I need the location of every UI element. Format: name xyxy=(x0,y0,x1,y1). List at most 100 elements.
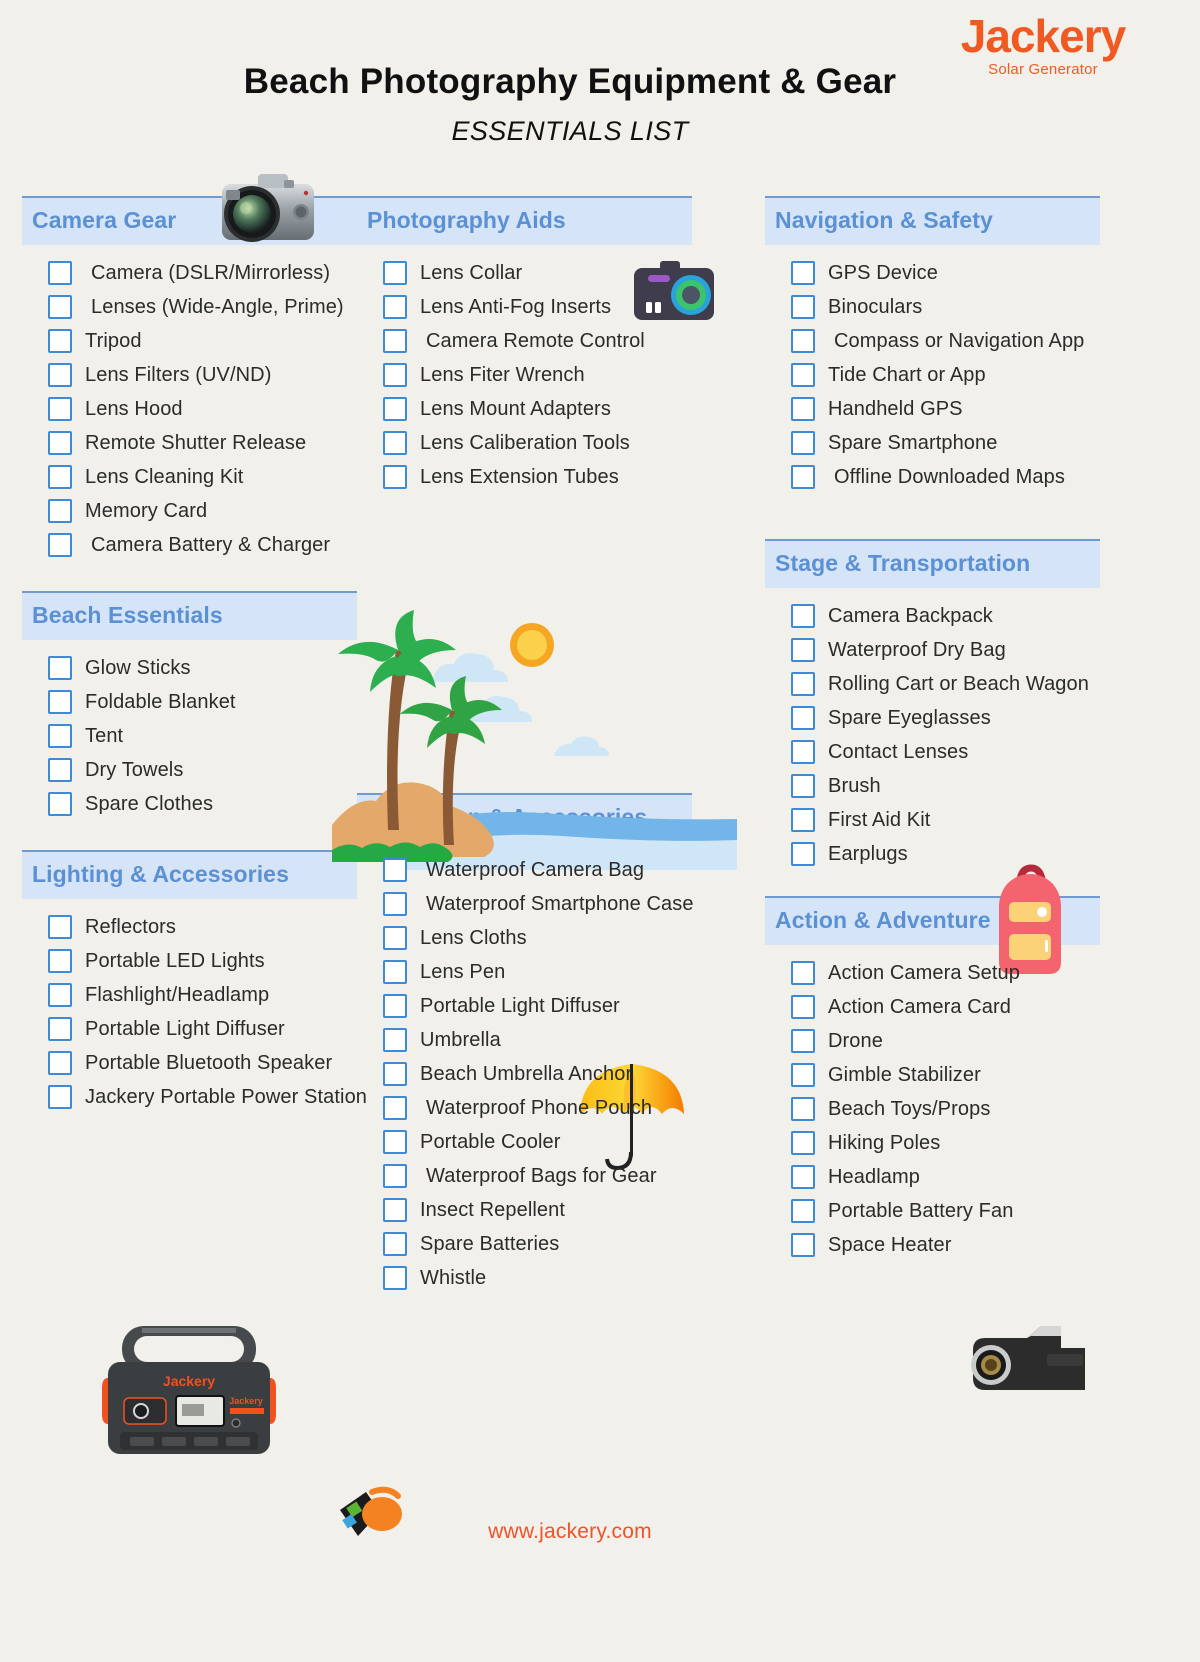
checklist-item[interactable]: Flashlight/Headlamp xyxy=(22,983,357,1007)
checkbox[interactable] xyxy=(383,858,407,882)
checklist-item[interactable]: Camera Remote Control xyxy=(357,329,692,353)
checkbox[interactable] xyxy=(383,363,407,387)
checkbox[interactable] xyxy=(791,995,815,1019)
checkbox[interactable] xyxy=(791,1131,815,1155)
checkbox[interactable] xyxy=(383,295,407,319)
checkbox[interactable] xyxy=(48,261,72,285)
checklist-item[interactable]: Action Camera Setup xyxy=(765,961,1100,985)
checklist-item[interactable]: Earplugs xyxy=(765,842,1100,866)
checkbox[interactable] xyxy=(383,1266,407,1290)
checklist-item[interactable]: Tent xyxy=(22,724,357,748)
checklist-item[interactable]: Camera Backpack xyxy=(765,604,1100,628)
checklist-item[interactable]: Gimble Stabilizer xyxy=(765,1063,1100,1087)
checklist-item[interactable]: Waterproof Smartphone Case xyxy=(357,892,693,916)
checkbox[interactable] xyxy=(791,774,815,798)
checklist-item[interactable]: Remote Shutter Release xyxy=(22,431,357,455)
checklist-item[interactable]: Spare Eyeglasses xyxy=(765,706,1100,730)
checklist-item[interactable]: Binoculars xyxy=(765,295,1100,319)
checklist-item[interactable]: Lens Collar xyxy=(357,261,692,285)
checkbox[interactable] xyxy=(383,1096,407,1120)
footer-website[interactable]: www.jackery.com xyxy=(0,1520,1140,1544)
checklist-item[interactable]: Camera (DSLR/Mirrorless) xyxy=(22,261,357,285)
checkbox[interactable] xyxy=(48,431,72,455)
checkbox[interactable] xyxy=(791,604,815,628)
checkbox[interactable] xyxy=(791,842,815,866)
checklist-item[interactable]: Lens Caliberation Tools xyxy=(357,431,692,455)
checklist-item[interactable]: Handheld GPS xyxy=(765,397,1100,421)
checkbox[interactable] xyxy=(383,431,407,455)
checkbox[interactable] xyxy=(383,994,407,1018)
checkbox[interactable] xyxy=(48,295,72,319)
checklist-item[interactable]: Lens Fiter Wrench xyxy=(357,363,692,387)
checklist-item[interactable]: Spare Smartphone xyxy=(765,431,1100,455)
checkbox[interactable] xyxy=(48,690,72,714)
checkbox[interactable] xyxy=(383,1028,407,1052)
checklist-item[interactable]: Portable Light Diffuser xyxy=(357,994,692,1018)
checklist-item[interactable]: Contact Lenses xyxy=(765,740,1100,764)
checkbox[interactable] xyxy=(383,329,407,353)
checkbox[interactable] xyxy=(48,949,72,973)
checkbox[interactable] xyxy=(791,706,815,730)
checklist-item[interactable]: Portable LED Lights xyxy=(22,949,357,973)
checkbox[interactable] xyxy=(791,1097,815,1121)
checkbox[interactable] xyxy=(791,363,815,387)
checkbox[interactable] xyxy=(383,1130,407,1154)
checkbox[interactable] xyxy=(48,1017,72,1041)
checklist-item[interactable]: Lens Pen xyxy=(357,960,692,984)
checkbox[interactable] xyxy=(791,329,815,353)
checkbox[interactable] xyxy=(383,1062,407,1086)
checklist-item[interactable]: Lens Anti-Fog Inserts xyxy=(357,295,692,319)
checklist-item[interactable]: Compass or Navigation App xyxy=(765,329,1100,353)
checklist-item[interactable]: GPS Device xyxy=(765,261,1100,285)
checkbox[interactable] xyxy=(48,792,72,816)
checkbox[interactable] xyxy=(791,1199,815,1223)
checklist-item[interactable]: Spare Clothes xyxy=(22,792,357,816)
checkbox[interactable] xyxy=(48,499,72,523)
checklist-item[interactable]: Lens Mount Adapters xyxy=(357,397,692,421)
checklist-item[interactable]: Lens Filters (UV/ND) xyxy=(22,363,357,387)
checkbox[interactable] xyxy=(48,656,72,680)
checkbox[interactable] xyxy=(383,1164,407,1188)
checkbox[interactable] xyxy=(48,1085,72,1109)
checklist-item[interactable]: Space Heater xyxy=(765,1233,1100,1257)
checklist-item[interactable]: Portable Battery Fan xyxy=(765,1199,1100,1223)
checkbox[interactable] xyxy=(791,1233,815,1257)
checklist-item[interactable]: Lenses (Wide-Angle, Prime) xyxy=(22,295,357,319)
checklist-item[interactable]: Beach Toys/Props xyxy=(765,1097,1100,1121)
checkbox[interactable] xyxy=(48,758,72,782)
checklist-item[interactable]: Glow Sticks xyxy=(22,656,357,680)
checklist-item[interactable]: Insect Repellent xyxy=(357,1198,692,1222)
checkbox[interactable] xyxy=(48,915,72,939)
checkbox[interactable] xyxy=(48,397,72,421)
checklist-item[interactable]: Lens Cleaning Kit xyxy=(22,465,357,489)
checkbox[interactable] xyxy=(791,465,815,489)
checkbox[interactable] xyxy=(48,983,72,1007)
checkbox[interactable] xyxy=(48,465,72,489)
checkbox[interactable] xyxy=(383,397,407,421)
checklist-item[interactable]: Reflectors xyxy=(22,915,357,939)
checklist-item[interactable]: Tripod xyxy=(22,329,357,353)
checkbox[interactable] xyxy=(383,465,407,489)
checkbox[interactable] xyxy=(791,431,815,455)
checkbox[interactable] xyxy=(791,740,815,764)
checkbox[interactable] xyxy=(48,533,72,557)
checklist-item[interactable]: Headlamp xyxy=(765,1165,1100,1189)
checkbox[interactable] xyxy=(791,808,815,832)
checkbox[interactable] xyxy=(791,961,815,985)
checklist-item[interactable]: Beach Umbrella Anchor xyxy=(357,1062,692,1086)
checklist-item[interactable]: Foldable Blanket xyxy=(22,690,357,714)
checklist-item[interactable]: Portable Cooler xyxy=(357,1130,692,1154)
checkbox[interactable] xyxy=(48,363,72,387)
checkbox[interactable] xyxy=(383,1232,407,1256)
checklist-item[interactable]: Drone xyxy=(765,1029,1100,1053)
checklist-item[interactable]: Whistle xyxy=(357,1266,692,1290)
checklist-item[interactable]: Waterproof Phone Pouch xyxy=(357,1096,692,1120)
checkbox[interactable] xyxy=(48,1051,72,1075)
checkbox[interactable] xyxy=(48,724,72,748)
checklist-item[interactable]: Hiking Poles xyxy=(765,1131,1100,1155)
checklist-item[interactable]: Rolling Cart or Beach Wagon xyxy=(765,672,1100,696)
checklist-item[interactable]: Offline Downloaded Maps xyxy=(765,465,1100,489)
checkbox[interactable] xyxy=(791,638,815,662)
checklist-item[interactable]: Waterproof Bags for Gear xyxy=(357,1164,692,1188)
checklist-item[interactable]: First Aid Kit xyxy=(765,808,1100,832)
